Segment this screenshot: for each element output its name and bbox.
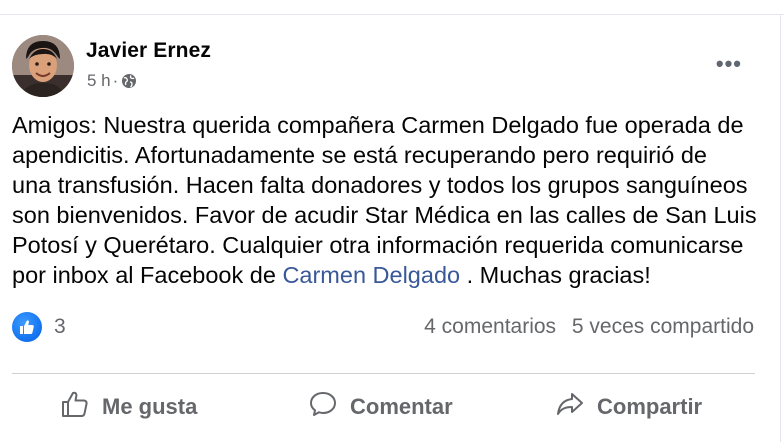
like-button[interactable]: Me gusta xyxy=(60,377,197,437)
globe-icon xyxy=(121,73,137,89)
engagement-counts: 4 comentarios 5 veces compartido xyxy=(424,315,754,339)
comment-button-label: Comentar xyxy=(350,394,453,419)
post-header: Javier Ernez 5 h · ••• xyxy=(12,35,772,101)
reaction-count[interactable]: 3 xyxy=(54,315,66,339)
like-button-label: Me gusta xyxy=(102,394,198,419)
more-icon[interactable]: ••• xyxy=(716,53,742,75)
post-body-text: por inbox al Facebook de xyxy=(12,262,283,288)
comments-count[interactable]: 4 comentarios xyxy=(424,315,556,338)
post-body-line: son bienvenidos. Favor de acudir Star Mé… xyxy=(12,202,757,228)
shares-count[interactable]: 5 veces compartido xyxy=(572,315,754,338)
post-body-line: una transfusión. Hacen falta donadores y… xyxy=(12,172,748,198)
post-meta: 5 h · xyxy=(87,71,137,91)
post-actions: Me gusta Comentar Compartir xyxy=(12,377,755,437)
mention-link[interactable]: Carmen Delgado xyxy=(282,262,460,288)
post-body-last-line: por inbox al Facebook de Carmen Delgado … xyxy=(12,260,770,290)
like-reaction-icon[interactable] xyxy=(12,312,42,342)
comment-icon xyxy=(308,389,350,425)
post-time[interactable]: 5 h xyxy=(87,71,111,91)
post-body-text: . Muchas gracias! xyxy=(460,262,651,288)
post-side-border xyxy=(780,14,781,442)
comment-button[interactable]: Comentar xyxy=(308,377,453,437)
avatar[interactable] xyxy=(12,35,74,97)
thumbs-up-icon xyxy=(60,389,102,425)
actions-divider xyxy=(12,373,755,374)
author-name[interactable]: Javier Ernez xyxy=(86,39,211,63)
post-body-line: Amigos: Nuestra querida compañera Carmen… xyxy=(12,112,744,138)
post-body-line: apendicitis. Afortunadamente se está rec… xyxy=(12,142,708,168)
post-body-line: Potosí y Querétaro. Cualquier otra infor… xyxy=(12,232,744,258)
share-button-label: Compartir xyxy=(597,394,703,419)
facebook-post: Javier Ernez 5 h · ••• Amigos: Nuestra q… xyxy=(0,15,778,442)
meta-separator: · xyxy=(112,71,119,90)
share-icon xyxy=(555,389,597,425)
post-body: Amigos: Nuestra querida compañera Carmen… xyxy=(12,110,770,290)
share-button[interactable]: Compartir xyxy=(555,377,702,437)
post-stats: 3 4 comentarios 5 veces compartido xyxy=(12,311,754,343)
